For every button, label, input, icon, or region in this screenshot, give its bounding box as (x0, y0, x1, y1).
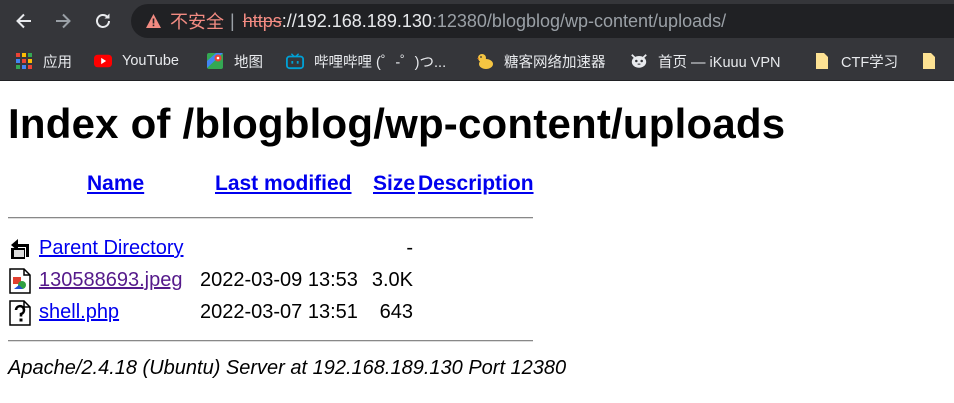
column-header-description: Description (418, 172, 534, 196)
reload-icon (96, 13, 110, 28)
file-link[interactable]: shell.php (39, 301, 119, 323)
browser-toolbar: 不安全 | https://192.168.189.130:12380/blog… (0, 0, 954, 42)
column-header-last-modified: Last modified (215, 172, 352, 196)
column-header-size: Size (373, 172, 415, 196)
address-bar[interactable]: 不安全 | https://192.168.189.130:12380/blog… (131, 4, 954, 38)
back-folder-icon (8, 236, 32, 262)
url-path: :12380/blogblog/wp-content/uploads/ (431, 10, 727, 31)
table-row: 130588693.jpeg 2022-03-09 13:53 3.0K (8, 267, 534, 295)
duck-icon (476, 52, 494, 70)
url-host: 192.168.189.130 (296, 10, 432, 31)
bookmarks-bar: 应用 YouTube 地图 哔哩哔哩 (゜-゜)つ... 糖客网络加速器 首页 … (0, 42, 954, 81)
bookmark-ctf[interactable]: CTF学习 (813, 42, 898, 80)
forward-arrow-icon (56, 13, 71, 29)
bookmark-apps[interactable]: 应用 (15, 42, 72, 80)
page-title: Index of /blogblog/wp-content/uploads (8, 100, 786, 147)
bookmark-overflow[interactable] (920, 42, 948, 80)
file-size: 643 (379, 301, 413, 323)
sort-by-date-link[interactable]: Last modified (215, 172, 352, 195)
bookmark-maps[interactable]: 地图 (206, 42, 263, 80)
bilibili-icon (286, 52, 304, 70)
bookmark-label: 糖客网络加速器 (504, 54, 606, 71)
warning-triangle-icon[interactable] (145, 13, 162, 29)
back-arrow-icon (16, 13, 31, 29)
bookmark-accelerator[interactable]: 糖客网络加速器 (476, 42, 606, 80)
bookmark-bilibili[interactable]: 哔哩哔哩 (゜-゜)つ... (286, 42, 446, 80)
sort-by-size-link[interactable]: Size (373, 172, 415, 195)
security-label[interactable]: 不安全 (170, 8, 224, 34)
bookmark-youtube[interactable]: YouTube (94, 42, 179, 80)
unknown-file-icon (8, 300, 32, 326)
file-link[interactable]: Parent Directory (39, 237, 184, 259)
column-header-name: Name (87, 172, 144, 196)
image-file-icon (8, 268, 32, 294)
header-divider (8, 217, 533, 219)
url-scheme: https (242, 10, 282, 31)
bookmark-label: 地图 (234, 54, 263, 71)
file-size: - (406, 237, 413, 259)
reload-button[interactable] (86, 4, 120, 38)
sort-by-name-link[interactable]: Name (87, 172, 144, 195)
bookmark-ikuuu[interactable]: 首页 — iKuuu VPN (630, 42, 781, 80)
bookmark-label: 首页 — iKuuu VPN (658, 54, 781, 71)
apps-grid-icon (15, 52, 33, 70)
footer-divider (8, 340, 533, 342)
bookmark-label: YouTube (122, 53, 179, 69)
sort-by-description-link[interactable]: Description (418, 172, 534, 195)
bookmark-label: CTF学习 (841, 54, 899, 71)
file-date: 2022-03-09 13:53 (200, 269, 358, 291)
server-signature: Apache/2.4.18 (Ubuntu) Server at 192.168… (8, 357, 567, 379)
file-date: 2022-03-07 13:51 (200, 301, 358, 323)
url-separator: :// (281, 10, 297, 31)
bookmark-label: 哔哩哔哩 (゜-゜)つ... (314, 54, 447, 71)
file-link[interactable]: 130588693.jpeg (39, 269, 182, 291)
table-row: Parent Directory - (8, 235, 534, 263)
maps-icon (206, 52, 224, 70)
cat-icon (630, 52, 648, 70)
bookmark-label: 应用 (43, 54, 72, 71)
folder-icon (920, 52, 938, 70)
table-row: shell.php 2022-03-07 13:51 643 (8, 299, 534, 327)
file-size: 3.0K (371, 269, 413, 291)
forward-button[interactable] (46, 4, 80, 38)
youtube-icon (94, 52, 112, 70)
back-button[interactable] (7, 4, 41, 38)
folder-icon (813, 52, 831, 70)
address-separator: | (230, 10, 235, 31)
